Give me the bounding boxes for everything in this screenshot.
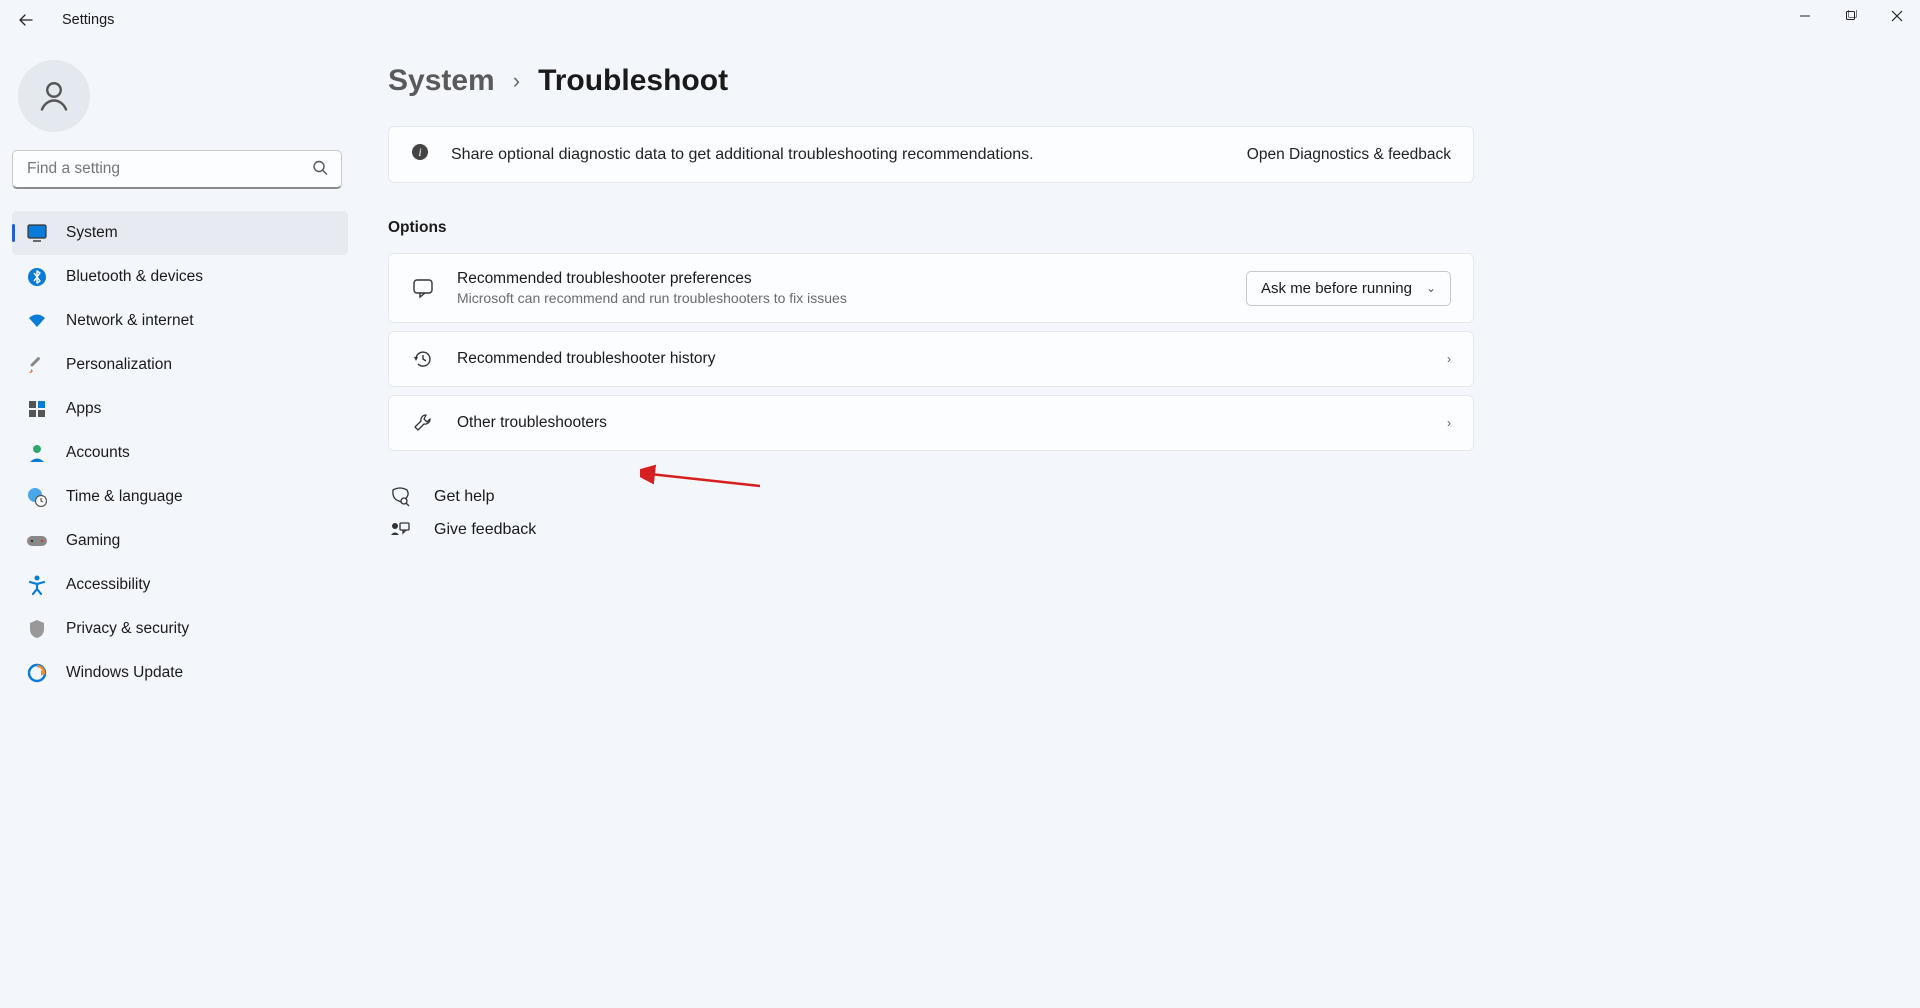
arrow-left-icon — [18, 12, 34, 28]
chevron-right-icon: › — [513, 68, 520, 94]
page-title: Troubleshoot — [538, 64, 728, 98]
sidebar-item-update[interactable]: Windows Update — [12, 651, 348, 695]
sidebar-item-bluetooth[interactable]: Bluetooth & devices — [12, 255, 348, 299]
sidebar-item-network[interactable]: Network & internet — [12, 299, 348, 343]
title-bar: Settings — [0, 0, 1920, 40]
card-title: Other troubleshooters — [457, 414, 1425, 432]
preferences-card: Recommended troubleshooter preferences M… — [388, 253, 1474, 323]
other-troubleshooters-card[interactable]: Other troubleshooters › — [388, 395, 1474, 451]
account-icon — [26, 442, 48, 464]
sidebar-item-label: Windows Update — [66, 664, 183, 682]
system-icon — [26, 222, 48, 244]
clock-globe-icon — [26, 486, 48, 508]
sidebar-item-privacy[interactable]: Privacy & security — [12, 607, 348, 651]
banner-message: Share optional diagnostic data to get ad… — [451, 146, 1225, 164]
card-title: Recommended troubleshooter preferences — [457, 270, 1224, 288]
shield-icon — [26, 618, 48, 640]
chevron-down-icon: ⌄ — [1426, 281, 1436, 295]
minimize-button[interactable] — [1782, 0, 1828, 32]
card-subtitle: Microsoft can recommend and run troubles… — [457, 290, 1224, 306]
sidebar-item-label: Gaming — [66, 532, 120, 550]
close-button[interactable] — [1874, 0, 1920, 32]
sidebar-item-accounts[interactable]: Accounts — [12, 431, 348, 475]
sidebar-item-label: Privacy & security — [66, 620, 189, 638]
paintbrush-icon — [26, 354, 48, 376]
chat-icon — [411, 277, 435, 299]
user-icon — [36, 78, 72, 114]
dropdown-value: Ask me before running — [1261, 280, 1412, 297]
history-icon — [411, 348, 435, 370]
back-button[interactable] — [18, 12, 34, 28]
get-help-link[interactable]: Get help — [388, 487, 1474, 507]
diagnostics-link[interactable]: Open Diagnostics & feedback — [1247, 146, 1451, 164]
maximize-button[interactable] — [1828, 0, 1874, 32]
card-title: Recommended troubleshooter history — [457, 350, 1425, 368]
wrench-icon — [411, 412, 435, 434]
sidebar: System Bluetooth & devices Network & int… — [0, 40, 360, 1004]
sidebar-item-personalization[interactable]: Personalization — [12, 343, 348, 387]
sidebar-item-accessibility[interactable]: Accessibility — [12, 563, 348, 607]
sidebar-item-apps[interactable]: Apps — [12, 387, 348, 431]
window-controls — [1782, 0, 1920, 32]
wifi-icon — [26, 310, 48, 332]
avatar[interactable] — [18, 60, 90, 132]
sidebar-item-label: Network & internet — [66, 312, 194, 330]
chevron-right-icon: › — [1447, 416, 1451, 430]
sidebar-item-label: System — [66, 224, 118, 242]
sidebar-item-label: Time & language — [66, 488, 183, 506]
accessibility-icon — [26, 574, 48, 596]
feedback-icon — [388, 521, 412, 539]
sidebar-item-time[interactable]: Time & language — [12, 475, 348, 519]
history-card[interactable]: Recommended troubleshooter history › — [388, 331, 1474, 387]
options-label: Options — [388, 219, 1474, 237]
bluetooth-icon — [26, 266, 48, 288]
info-icon: i — [411, 143, 429, 166]
gamepad-icon — [26, 530, 48, 552]
breadcrumb-parent[interactable]: System — [388, 64, 495, 98]
sidebar-item-label: Accessibility — [66, 576, 150, 594]
main-content: System › Troubleshoot i Share optional d… — [360, 40, 1510, 1004]
app-title: Settings — [62, 12, 114, 28]
search-input[interactable] — [12, 150, 342, 189]
update-icon — [26, 662, 48, 684]
sidebar-item-label: Bluetooth & devices — [66, 268, 203, 286]
sidebar-item-system[interactable]: System — [12, 211, 348, 255]
sidebar-item-label: Accounts — [66, 444, 130, 462]
help-icon — [388, 487, 412, 507]
footer-link-label: Get help — [434, 488, 494, 506]
diagnostics-banner: i Share optional diagnostic data to get … — [388, 126, 1474, 183]
sidebar-item-gaming[interactable]: Gaming — [12, 519, 348, 563]
apps-icon — [26, 398, 48, 420]
sidebar-item-label: Personalization — [66, 356, 172, 374]
footer-link-label: Give feedback — [434, 521, 536, 539]
search-wrap — [12, 150, 342, 189]
chevron-right-icon: › — [1447, 352, 1451, 366]
svg-text:i: i — [418, 145, 421, 159]
sidebar-item-label: Apps — [66, 400, 101, 418]
give-feedback-link[interactable]: Give feedback — [388, 521, 1474, 539]
preferences-dropdown[interactable]: Ask me before running ⌄ — [1246, 271, 1451, 306]
search-icon — [312, 159, 328, 180]
breadcrumb: System › Troubleshoot — [388, 64, 1474, 98]
